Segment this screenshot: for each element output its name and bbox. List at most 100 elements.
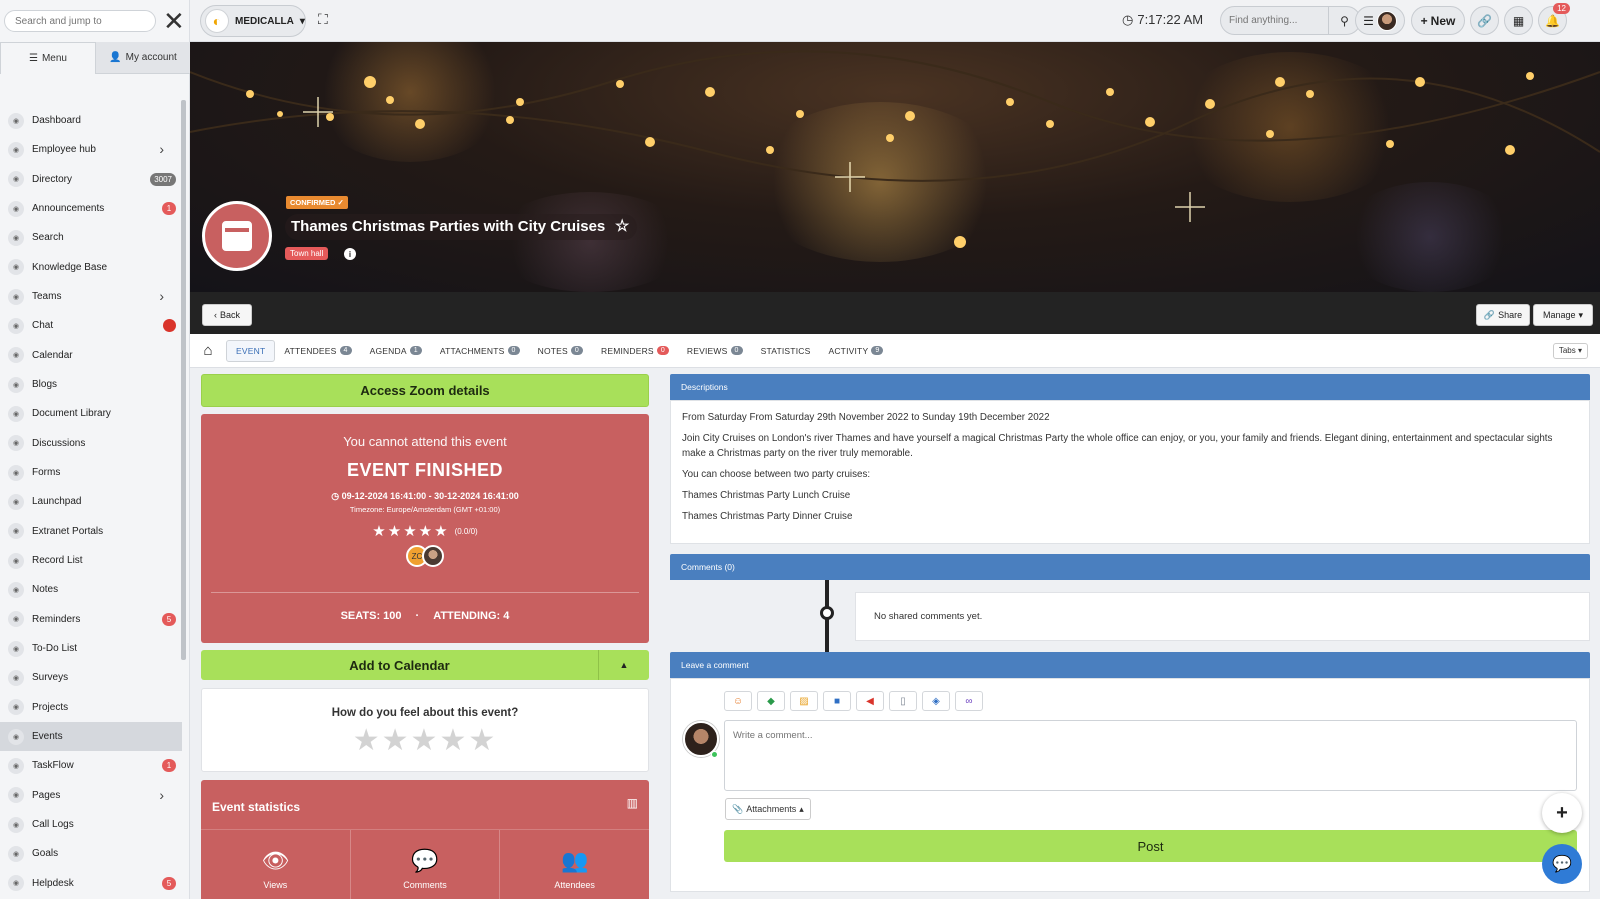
chevron-left-icon: ‹ [213, 310, 217, 320]
tab-attachments[interactable]: Attachments 0 [431, 340, 529, 362]
target-icon: ◉ [8, 845, 24, 862]
sidebar-item-dashboard[interactable]: ◉ Dashboard [0, 106, 182, 135]
map-icon[interactable]: ▯ [889, 691, 917, 711]
list-icon: ◉ [8, 552, 24, 569]
tab-event[interactable]: Event [226, 339, 276, 362]
calendar-icon[interactable]: ▦ [1504, 6, 1533, 35]
sidebar-item-calendar[interactable]: ◉ Calendar [0, 341, 182, 370]
sidebar-item-reminders[interactable]: ◉ Reminders 5 [0, 605, 182, 634]
add-to-calendar-button[interactable]: Add to Calendar [201, 650, 599, 680]
sidebar-item-extranet-portals[interactable]: ◉ Extranet Portals [0, 517, 182, 546]
attachments-dropdown[interactable]: 📎 Attachments ▴ [725, 798, 811, 820]
new-button[interactable]: + New [1411, 6, 1465, 35]
tabs-dropdown[interactable]: Tabs ▾ [1552, 342, 1588, 359]
sidebar-item-announcements[interactable]: ◉ Announcements 1 [0, 194, 182, 223]
video-icon[interactable]: ■ [823, 691, 851, 711]
sidebar-item-chat[interactable]: ◉ Chat [0, 311, 182, 340]
star-icon[interactable]: ★ [439, 724, 468, 757]
chat-icon[interactable]: 💬 [1542, 844, 1582, 884]
topbar: ◐ MEDICALLA ▾ ⛶ ◷7:17:22 AM ⚲ ☰ +New 🔗 ▦… [190, 0, 1600, 42]
gif-icon[interactable]: ◆ [757, 691, 785, 711]
sidebar-item-pages[interactable]: ◉ Pages › [0, 781, 182, 810]
sidebar-item-call-logs[interactable]: ◉ Call Logs [0, 810, 182, 839]
image-icon[interactable]: ▨ [790, 691, 818, 711]
sidebar-item-events[interactable]: ◉ Events [0, 721, 182, 752]
sidebar-item-search[interactable]: ◉ Search [0, 223, 182, 252]
stats-grid: 👁 Views 💬 Comments 👥 Attendees [201, 829, 649, 899]
tab-attendees[interactable]: Attendees 4 [275, 340, 360, 362]
team-icon: ◉ [8, 288, 24, 305]
bell-icon: 🔔 [1545, 13, 1560, 28]
home-icon[interactable]: ⌂ [190, 342, 226, 359]
sidebar-item-directory[interactable]: ◉ Directory 3007 [0, 165, 182, 194]
attendee-avatars: ZC [201, 545, 649, 567]
html-icon[interactable]: ◈ [922, 691, 950, 711]
event-icon: ◉ [8, 728, 24, 745]
tab-statistics[interactable]: Statistics [752, 340, 820, 362]
status-badge: CONFIRMED ✓ [286, 196, 348, 209]
tab-notes[interactable]: Notes 0 [529, 340, 592, 362]
fullscreen-icon[interactable]: ⛶ [318, 11, 328, 28]
eye-icon: 👁 [261, 848, 290, 873]
tab-menu[interactable]: ☰ Menu [0, 42, 96, 74]
sidebar-search-input[interactable] [4, 10, 156, 32]
notifications-button[interactable]: 🔔 12 [1538, 3, 1570, 35]
event-summary-column: Access Zoom details You cannot attend th… [201, 374, 649, 899]
link-icon[interactable]: ∞ [955, 691, 983, 711]
star-icon[interactable]: ★ [468, 724, 497, 757]
caret-up-icon[interactable]: ▲ [599, 650, 649, 680]
caret-down-icon: ▾ [1578, 309, 1584, 320]
attend-status-text: You cannot attend this event [343, 434, 507, 449]
sidebar-item-knowledge-base[interactable]: ◉ Knowledge Base [0, 253, 182, 282]
tab-agenda[interactable]: Agenda 1 [361, 340, 431, 362]
sidebar-item-discussions[interactable]: ◉ Discussions [0, 429, 182, 458]
count-badge: 4 [339, 346, 352, 355]
info-icon[interactable]: i [344, 248, 356, 260]
timeline-dot [820, 606, 834, 620]
star-icon[interactable]: ☆ [615, 214, 629, 240]
chevron-right-icon: › [159, 287, 164, 304]
back-button[interactable]: ‹ Back [202, 304, 252, 326]
tab-activity[interactable]: Activity 9 [819, 340, 892, 362]
link-icon[interactable]: 🔗 [1470, 6, 1499, 35]
avatar[interactable] [422, 545, 444, 567]
sidebar-item-teams[interactable]: ◉ Teams › [0, 282, 182, 311]
star-icon[interactable]: ★ [382, 724, 411, 757]
sidebar-item-todo-list[interactable]: ◉ To-Do List [0, 634, 182, 663]
sidebar-item-goals[interactable]: ◉ Goals [0, 839, 182, 868]
share-button[interactable]: 🔗 Share [1476, 304, 1530, 326]
emoji-icon[interactable]: ☺ [724, 691, 752, 711]
sidebar-item-forms[interactable]: ◉ Forms [0, 458, 182, 487]
close-icon[interactable]: ✕ [163, 8, 185, 34]
comment-input[interactable] [724, 720, 1577, 791]
chart-icon[interactable]: ▥ [627, 796, 638, 810]
tab-my-account[interactable]: 👤 My account [96, 42, 190, 74]
sidebar-item-document-library[interactable]: ◉ Document Library [0, 399, 182, 428]
plus-icon[interactable]: + [1542, 793, 1582, 833]
brand-switcher[interactable]: ◐ MEDICALLA ▾ [200, 5, 306, 37]
sidebar-item-helpdesk[interactable]: ◉ Helpdesk 5 [0, 869, 182, 898]
sidebar-tabs: ☰ Menu 👤 My account [0, 42, 190, 74]
sidebar-item-notes[interactable]: ◉ Notes [0, 575, 182, 604]
sidebar-item-launchpad[interactable]: ◉ Launchpad [0, 487, 182, 516]
post-button[interactable]: Post [724, 830, 1577, 862]
star-icon[interactable]: ★ [353, 724, 382, 757]
separator-dot: · [415, 610, 420, 622]
feedback-stars: ★★★★★ [202, 723, 648, 758]
tab-reminders[interactable]: Reminders 0 [592, 340, 678, 362]
star-icon[interactable]: ★ [411, 724, 440, 757]
access-zoom-button[interactable]: Access Zoom details [201, 374, 649, 407]
user-menu-button[interactable]: ☰ [1355, 6, 1405, 35]
sidebar-item-employee-hub[interactable]: ◉ Employee hub › [0, 135, 182, 164]
manage-dropdown[interactable]: Manage ▾ [1533, 304, 1593, 326]
sidebar-item-record-list[interactable]: ◉ Record List [0, 546, 182, 575]
audio-icon[interactable]: ◀ [856, 691, 884, 711]
sidebar-item-surveys[interactable]: ◉ Surveys [0, 663, 182, 692]
sidebar-item-projects[interactable]: ◉ Projects [0, 693, 182, 722]
event-detail-column: Descriptions From Saturday From Saturday… [670, 374, 1590, 892]
sidebar-item-blogs[interactable]: ◉ Blogs [0, 370, 182, 399]
sidebar-scrollbar[interactable] [181, 100, 186, 660]
tab-reviews[interactable]: Reviews 0 [678, 340, 752, 362]
sidebar-item-taskflow[interactable]: ◉ TaskFlow 1 [0, 751, 182, 780]
event-finished-title: EVENT FINISHED [346, 460, 504, 480]
